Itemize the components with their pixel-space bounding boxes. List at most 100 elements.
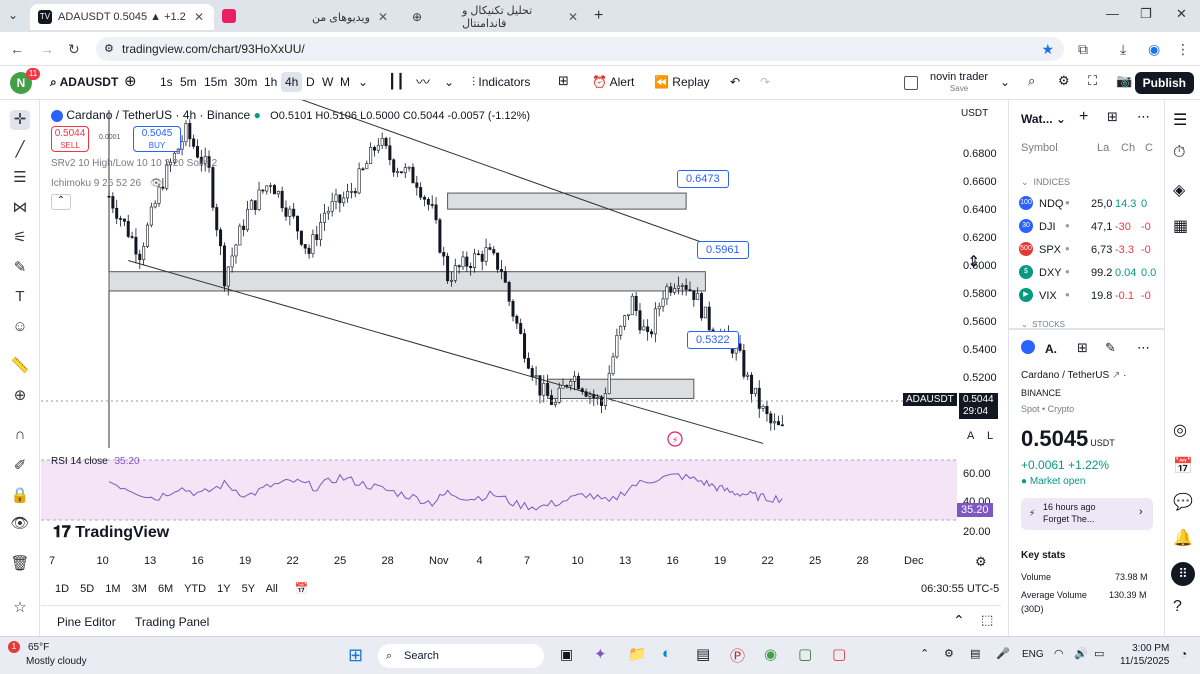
fullscreen-icon[interactable]: ⛶ bbox=[1088, 73, 1097, 89]
watchlist-icon[interactable]: ☰ bbox=[1173, 110, 1187, 130]
stay-drawing-icon[interactable]: ✐ bbox=[10, 456, 30, 476]
edit-icon[interactable]: ✎ bbox=[1105, 340, 1116, 356]
chart-title[interactable]: Cardano / TetherUS · 4h · Binance bbox=[66, 108, 250, 122]
file-explorer-icon[interactable]: 📁 bbox=[628, 645, 647, 663]
weather-desc[interactable]: Mostly cloudy bbox=[26, 656, 87, 667]
weather-temp[interactable]: 65°F bbox=[28, 642, 49, 653]
forward-icon[interactable]: → bbox=[40, 41, 54, 57]
tab-pine-editor[interactable]: Pine Editor bbox=[57, 615, 116, 629]
col-change-pct[interactable]: C bbox=[1145, 142, 1153, 154]
interval-w[interactable]: W bbox=[322, 75, 333, 89]
eye-icon[interactable]: 👁 bbox=[150, 178, 163, 189]
quick-search-icon[interactable]: ⌕ bbox=[1028, 73, 1035, 89]
currency-label[interactable]: USDT bbox=[961, 108, 988, 119]
brush-icon[interactable]: ✎ bbox=[10, 258, 30, 278]
ruler-icon[interactable]: 📏 bbox=[10, 356, 30, 376]
site-info-icon[interactable]: ⚙ bbox=[104, 37, 114, 61]
undo-icon[interactable]: ↶ bbox=[730, 75, 740, 89]
tab-tradingview[interactable]: TV ADAUSDT 0.5045 ▲ +1.22% no ✕ bbox=[30, 4, 214, 30]
new-tab-button[interactable]: + bbox=[594, 7, 603, 25]
volume-icon[interactable]: 🔊 bbox=[1074, 647, 1088, 660]
tab-analysis[interactable]: ⊕ تحلیل تکنیکال و فاندامنتال ✕ bbox=[404, 4, 586, 30]
range-5y[interactable]: 5Y bbox=[242, 583, 255, 595]
interval-m[interactable]: M bbox=[340, 75, 350, 89]
interval-d[interactable]: D bbox=[306, 75, 315, 89]
support-resistance-zone[interactable] bbox=[447, 192, 687, 210]
range-ytd[interactable]: YTD bbox=[184, 583, 206, 595]
chart-type-dropdown-icon[interactable]: ⌄ bbox=[444, 75, 454, 89]
external-link-icon[interactable]: ↗ bbox=[1112, 370, 1120, 381]
tray-icon[interactable]: ⚙ bbox=[944, 647, 954, 660]
store-icon[interactable]: ▤ bbox=[696, 645, 710, 663]
indicators-button[interactable]: ⫶ Indicators bbox=[472, 75, 530, 90]
layers-icon[interactable]: ◈ bbox=[1173, 180, 1185, 200]
grid-view-icon[interactable]: ⊞ bbox=[1077, 340, 1088, 356]
trendline-icon[interactable]: ╱ bbox=[10, 140, 30, 160]
indicator-ichimoku[interactable]: Ichimoku 9 26 52 26 👁 bbox=[51, 178, 163, 189]
chart-pane[interactable]: ⚡ Cardano / TetherUS · 4h · Binance ● O0… bbox=[41, 100, 1001, 636]
battery-icon[interactable]: ▭ bbox=[1094, 647, 1104, 660]
red-app-icon[interactable]: ▢ bbox=[832, 645, 846, 663]
redo-icon[interactable]: ↷ bbox=[760, 75, 770, 89]
tab-trading-panel[interactable]: Trading Panel bbox=[135, 615, 209, 629]
favorites-star-icon[interactable]: ☆ bbox=[10, 598, 30, 618]
alerts-clock-icon[interactable]: ⏱ bbox=[1173, 144, 1185, 162]
help-icon[interactable]: ? bbox=[1173, 598, 1182, 616]
compass-icon[interactable]: ◎ bbox=[1173, 420, 1187, 440]
line-chart-icon[interactable]: 〰 bbox=[416, 72, 430, 92]
eye-icon[interactable]: 👁 bbox=[10, 514, 30, 534]
range-1y[interactable]: 1Y bbox=[217, 583, 230, 595]
calendar-icon[interactable]: 📅 bbox=[1173, 456, 1193, 476]
collapse-panel-icon[interactable]: ⌃ bbox=[953, 612, 965, 629]
date-range-calendar-icon[interactable]: 📅 bbox=[295, 583, 309, 595]
channel-upper-line[interactable] bbox=[294, 100, 718, 249]
tray-icon[interactable]: ▤ bbox=[970, 647, 980, 660]
restore-icon[interactable]: ❐ bbox=[1140, 6, 1152, 22]
watchlist-row[interactable]: ▶ VIX ● 19.8 -0.1 -0 bbox=[1019, 288, 1159, 308]
range-5d[interactable]: 5D bbox=[80, 583, 94, 595]
extensions-icon[interactable]: ⧉ bbox=[1078, 41, 1088, 58]
wifi-icon[interactable]: ◠ bbox=[1054, 647, 1064, 660]
alert-button[interactable]: ⏰ Alert bbox=[592, 75, 634, 89]
col-last[interactable]: La bbox=[1097, 142, 1109, 154]
app-favicon-icon[interactable] bbox=[222, 9, 236, 23]
data-window-icon[interactable]: ▦ bbox=[1173, 216, 1188, 236]
zoom-icon[interactable]: ⊕ bbox=[10, 386, 30, 406]
candles-type-icon[interactable]: ┃┃ bbox=[388, 73, 405, 90]
more-options-icon[interactable]: ⋯ bbox=[1137, 340, 1150, 356]
snapshot-camera-icon[interactable]: 📷 bbox=[1116, 73, 1132, 89]
replay-button[interactable]: ⏪ Replay bbox=[654, 75, 710, 89]
text-tool-icon[interactable]: T bbox=[10, 288, 30, 308]
publish-button[interactable]: Publish bbox=[1134, 72, 1194, 94]
interval-4h[interactable]: 4h bbox=[281, 72, 303, 92]
horizontal-lines-icon[interactable]: ☰ bbox=[10, 168, 30, 188]
col-symbol[interactable]: Symbol bbox=[1021, 142, 1058, 154]
rsi-legend[interactable]: RSI 14 close 35.20 bbox=[51, 456, 140, 467]
utc-clock[interactable]: 06:30:55 UTC-5 bbox=[921, 583, 999, 595]
tab-videos[interactable]: ویدیوهای من ✕ bbox=[240, 4, 396, 30]
detail-name[interactable]: Cardano / TetherUS bbox=[1021, 370, 1109, 381]
interval-15m[interactable]: 15m bbox=[204, 75, 227, 89]
chat-icon[interactable]: 💬 bbox=[1173, 492, 1193, 512]
level-label-0[interactable]: 0.6473 bbox=[677, 170, 729, 188]
interval-1h[interactable]: 1h bbox=[264, 75, 277, 89]
support-resistance-zone[interactable] bbox=[108, 271, 706, 292]
symbol-search[interactable]: ⌕ ADAUSDT bbox=[50, 75, 118, 90]
edge-icon[interactable]: ◐ bbox=[662, 645, 671, 662]
compare-symbol-button[interactable]: ⊕ bbox=[124, 72, 137, 90]
language-indicator[interactable]: ENG bbox=[1022, 649, 1044, 660]
tab-list-icon[interactable]: ⌄ bbox=[8, 8, 18, 22]
lock-icon[interactable]: 🔒 bbox=[10, 486, 30, 506]
section-indices[interactable]: ⌄ INDICES bbox=[1021, 177, 1070, 188]
range-1m[interactable]: 1M bbox=[105, 583, 120, 595]
p-app-icon[interactable]: Ⓟ bbox=[730, 645, 745, 666]
browser-menu-icon[interactable]: ⋮ bbox=[1176, 41, 1190, 58]
layout-dropdown-icon[interactable]: ⌄ bbox=[1000, 75, 1010, 89]
interval-1s[interactable]: 1s bbox=[160, 75, 173, 89]
more-options-icon[interactable]: ⋯ bbox=[1137, 109, 1150, 125]
layouts-icon[interactable]: ⊞ bbox=[558, 73, 569, 89]
watchlist-title[interactable]: Wat... ⌄ bbox=[1021, 112, 1066, 126]
url-field[interactable]: ⚙ tradingview.com/chart/93HoXxUU/ ★ bbox=[96, 37, 1064, 61]
col-change[interactable]: Ch bbox=[1121, 142, 1135, 154]
notifications-bell-icon[interactable]: 🔔 bbox=[1173, 528, 1193, 548]
